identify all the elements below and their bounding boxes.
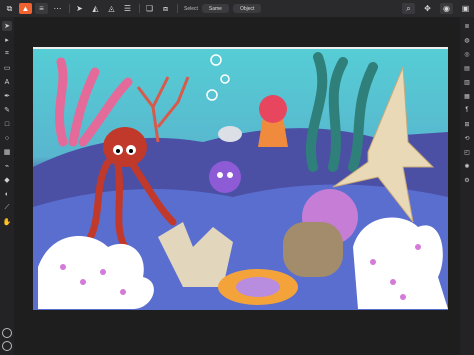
cursor-icon[interactable]: ➤ <box>73 3 86 14</box>
app-logo-icon[interactable]: ▲ <box>19 3 32 14</box>
camera-icon[interactable]: ▣ <box>459 3 472 14</box>
pencil-tool-icon[interactable]: ✎ <box>2 105 12 115</box>
rectangle-tool-icon[interactable]: □ <box>2 119 12 129</box>
text-tool-icon[interactable]: A <box>2 77 12 87</box>
search-icon[interactable]: ⌕ <box>402 3 415 14</box>
transparency-tool-icon[interactable]: ◐ <box>2 189 12 199</box>
flip-vertical-icon[interactable]: ◬ <box>105 3 118 14</box>
hamburger-icon[interactable]: ≡ <box>35 3 48 14</box>
navigator-panel-icon[interactable]: ◰ <box>462 147 472 157</box>
hand-tool-icon[interactable]: ✋ <box>2 217 12 227</box>
select-same-button[interactable]: Same <box>201 4 229 13</box>
top-toolbar: ⧉ ▲ ≡ ⋯ ➤ ◭ ◬ ☰ ❏ ⧈ Select Same Object ⌕… <box>0 0 474 17</box>
snapping-icon[interactable]: ✥ <box>421 3 434 14</box>
brushes-panel-icon[interactable]: ▤ <box>462 63 472 73</box>
align-icon[interactable]: ☰ <box>121 3 134 14</box>
eye-icon[interactable]: ◉ <box>440 3 453 14</box>
ellipsis-icon[interactable]: ⋯ <box>51 3 64 14</box>
effects-panel-icon[interactable]: ✺ <box>462 161 472 171</box>
select-label: Select <box>184 5 198 12</box>
artboard-canvas[interactable] <box>33 47 448 310</box>
transform-panel-icon[interactable]: ⊞ <box>462 119 472 129</box>
styles-panel-icon[interactable]: ▦ <box>462 91 472 101</box>
divider <box>177 4 178 13</box>
layers-icon[interactable]: ≣ <box>462 21 472 31</box>
pen-tool-icon[interactable]: ✒ <box>2 91 12 101</box>
divider <box>69 4 70 13</box>
left-toolbar: ➤ ▸ ⌗ ▭ A ✒ ✎ □ ○ ▦ ⌁ ◆ ◐ ⟋ ✋ <box>0 17 14 355</box>
assets-panel-icon[interactable]: ▥ <box>462 77 472 87</box>
ellipse-tool-icon[interactable]: ○ <box>2 133 12 143</box>
color-controls <box>2 328 12 351</box>
text-panel-icon[interactable]: ¶ <box>462 105 472 115</box>
eyedropper-tool-icon[interactable]: ⟋ <box>2 203 12 213</box>
move-tool-icon[interactable]: ➤ <box>2 21 12 31</box>
shape-tool-icon[interactable]: ▭ <box>2 63 12 73</box>
boolean-icon[interactable]: ⧈ <box>159 3 172 14</box>
coral-reef-illustration[interactable] <box>33 47 448 310</box>
color-swatch-icon[interactable] <box>2 328 12 338</box>
top-right-controls: ⌕ ✥ ◉ ▣ <box>399 3 472 14</box>
help-icon[interactable] <box>2 341 12 351</box>
flip-horizontal-icon[interactable]: ◭ <box>89 3 102 14</box>
stroke-panel-icon[interactable]: ◎ <box>462 49 472 59</box>
brush-tool-icon[interactable]: ⌁ <box>2 161 12 171</box>
history-panel-icon[interactable]: ⟲ <box>462 133 472 143</box>
color-panel-icon[interactable]: ◍ <box>462 35 472 45</box>
documents-icon[interactable]: ⧉ <box>3 3 16 14</box>
arrange-icon[interactable]: ❏ <box>143 3 156 14</box>
fill-tool-icon[interactable]: ◆ <box>2 175 12 185</box>
image-tool-icon[interactable]: ▦ <box>2 147 12 157</box>
divider <box>139 4 140 13</box>
crop-tool-icon[interactable]: ⌗ <box>2 49 12 59</box>
node-tool-icon[interactable]: ▸ <box>2 35 12 45</box>
select-object-button[interactable]: Object <box>232 4 262 13</box>
right-studio-panel: ≣ ◍ ◎ ▤ ▥ ▦ ¶ ⊞ ⟲ ◰ ✺ ⚙ <box>460 17 474 355</box>
settings-panel-icon[interactable]: ⚙ <box>462 175 472 185</box>
